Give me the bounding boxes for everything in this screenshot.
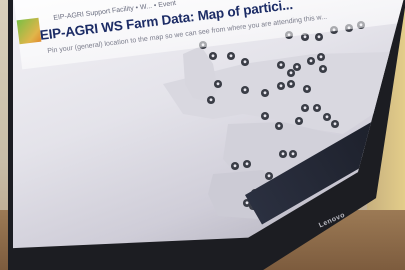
map-pin-dot [263, 91, 267, 95]
map-pin-dot [245, 162, 249, 166]
map-pin-dot [319, 55, 323, 59]
map-pin-dot [243, 60, 247, 64]
map-pin-dot [325, 115, 329, 119]
map-pin-dot [277, 124, 281, 128]
map-pin-dot [303, 106, 307, 110]
map-pin-dot [303, 35, 307, 39]
map-pin-dot [233, 164, 237, 168]
map-pin-dot [216, 82, 220, 86]
map-pin-dot [267, 174, 271, 178]
map-pin-dot [229, 54, 233, 58]
map-pin-dot [321, 67, 325, 71]
map-pin-dot [309, 59, 313, 63]
map-pin-dot [279, 84, 283, 88]
map-pin-dot [279, 63, 283, 67]
eip-agri-logo [16, 17, 42, 45]
map-pin-dot [315, 106, 319, 110]
map-pin-dot [263, 114, 267, 118]
map-pin-dot [243, 88, 247, 92]
map-pin-dot [297, 119, 301, 123]
map-pin-dot [305, 87, 309, 91]
map-pin-dot [289, 71, 293, 75]
map-pin-dot [333, 122, 337, 126]
map-pin-dot [317, 35, 321, 39]
map-pin-dot [289, 82, 293, 86]
photo: EIP-AGRI Support Facility • W... • Event… [0, 0, 405, 270]
map-pin-dot [281, 152, 285, 156]
map-pin-dot [291, 152, 295, 156]
map-pin-dot [209, 98, 213, 102]
map-pin-dot [211, 54, 215, 58]
map-pin-dot [295, 65, 299, 69]
